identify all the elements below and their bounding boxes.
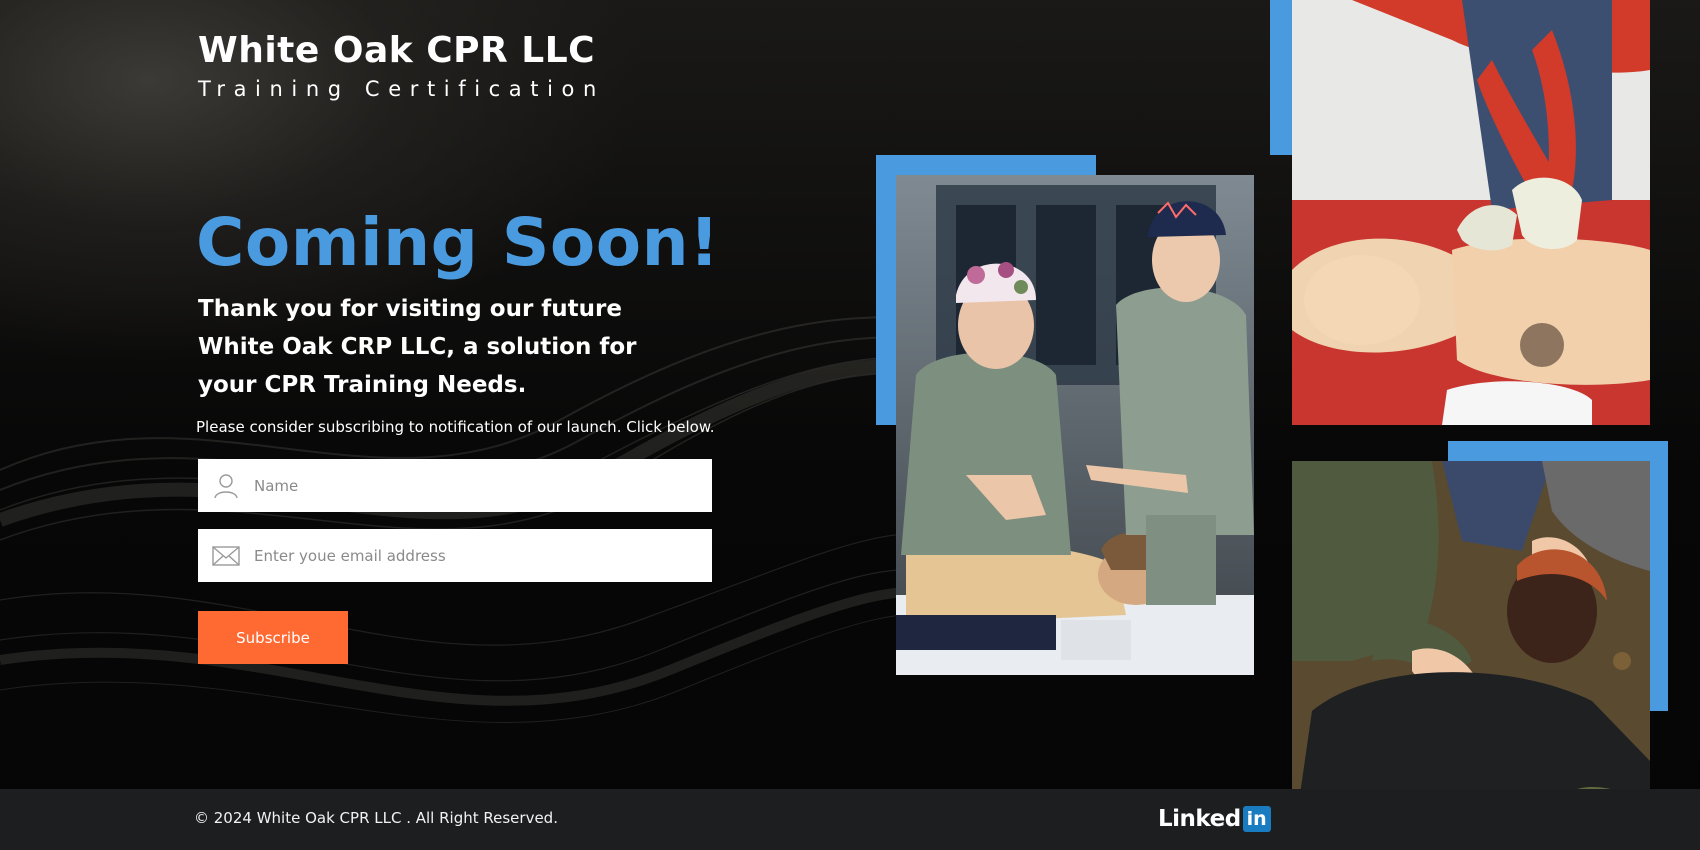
envelope-icon [198,545,254,566]
linkedin-logo-text: Linked [1158,806,1241,832]
brand-title: White Oak CPR LLC [198,30,596,71]
copyright-text: © 2024 White Oak CPR LLC . All Right Res… [194,809,558,827]
thank-you-message: Thank you for visiting our future White … [198,296,637,398]
subscribe-button[interactable]: Subscribe [198,611,348,664]
brand-subtitle: Training Certification [198,77,605,101]
email-field[interactable] [198,529,712,582]
linkedin-icon: in [1242,806,1271,832]
photo-students-cpr-practice [896,175,1254,675]
brand: White Oak CPR LLC Training Certification [198,30,605,102]
name-field[interactable] [198,459,712,512]
coming-soon-heading: Coming Soon! [196,204,720,281]
name-input[interactable] [254,459,712,512]
linkedin-link[interactable]: Linked in [1158,806,1271,832]
user-icon [198,473,254,499]
subscribe-prompt: Please consider subscribing to notificat… [196,418,715,436]
footer: © 2024 White Oak CPR LLC . All Right Res… [0,789,1700,850]
photo-hands-on-manikin [1292,0,1650,425]
email-input[interactable] [254,529,712,582]
